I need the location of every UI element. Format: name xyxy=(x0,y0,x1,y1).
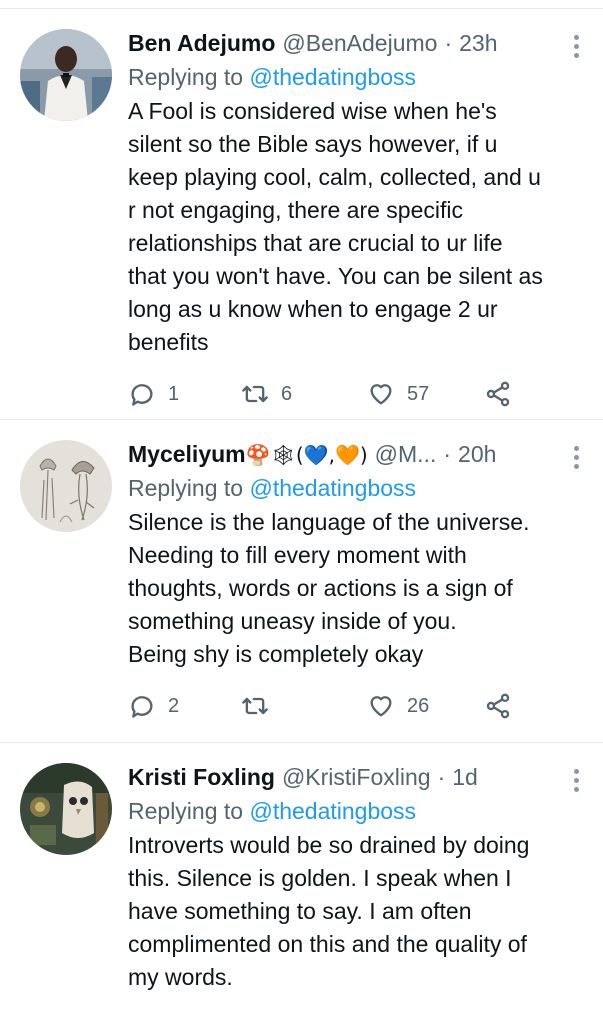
display-name[interactable]: Ben Adejumo xyxy=(128,27,275,59)
reply-button[interactable]: 2 xyxy=(128,692,241,720)
heart-icon xyxy=(370,696,392,717)
like-count: 57 xyxy=(407,382,430,405)
tweet-header: Kristi Foxling @KristiFoxling · 1d xyxy=(128,761,563,793)
replying-to-handle[interactable]: @thedatingboss xyxy=(249,64,416,90)
tweet-ben-adejumo[interactable]: Ben Adejumo @BenAdejumo · 23h Replying t… xyxy=(0,9,603,420)
display-name-emoji: 🍄🕸(💙,🧡) xyxy=(245,443,368,467)
replying-to: Replying to @thedatingboss xyxy=(128,471,563,505)
like-button[interactable]: 26 xyxy=(367,692,484,720)
user-handle[interactable]: @BenAdejumo xyxy=(282,27,437,59)
top-divider xyxy=(0,0,603,9)
user-handle[interactable]: @KristiFoxling xyxy=(282,761,431,793)
tweet-header: Ben Adejumo @BenAdejumo · 23h xyxy=(128,27,563,59)
share-button[interactable] xyxy=(484,380,512,408)
replying-to: Replying to @thedatingboss xyxy=(128,794,563,828)
avatar[interactable] xyxy=(20,440,112,532)
tweet-header: Myceliyum 🍄🕸(💙,🧡) @M... · 20h xyxy=(128,438,563,470)
tweet-kristi-foxling[interactable]: Kristi Foxling @KristiFoxling · 1d Reply… xyxy=(0,743,603,994)
tweet-myceliyum[interactable]: Myceliyum 🍄🕸(💙,🧡) @M... · 20h Replying t… xyxy=(0,420,603,743)
tweet-actions: 1 6 57 xyxy=(128,363,543,425)
display-name[interactable]: Kristi Foxling xyxy=(128,761,275,793)
timestamp[interactable]: 1d xyxy=(452,761,478,793)
tweet-text: A Fool is considered wise when he's sile… xyxy=(128,98,543,355)
user-handle[interactable]: @M... xyxy=(375,438,437,470)
tweet-text: Introverts would be so drained by doing … xyxy=(128,832,530,990)
reply-icon xyxy=(131,384,153,406)
like-button[interactable]: 57 xyxy=(367,380,484,408)
timestamp[interactable]: 20h xyxy=(458,438,496,470)
avatar[interactable] xyxy=(20,29,112,121)
share-icon xyxy=(486,381,510,407)
separator: · xyxy=(444,30,453,56)
reply-button[interactable]: 1 xyxy=(128,380,241,408)
retweet-count: 6 xyxy=(281,382,293,405)
heart-icon xyxy=(370,384,392,405)
replying-to-handle[interactable]: @thedatingboss xyxy=(249,798,416,824)
more-options-icon[interactable] xyxy=(571,446,581,472)
retweet-button[interactable] xyxy=(241,692,367,720)
more-options-icon[interactable] xyxy=(571,769,581,795)
reply-icon xyxy=(131,696,153,718)
share-button[interactable] xyxy=(484,692,512,720)
retweet-button[interactable]: 6 xyxy=(241,380,367,408)
replying-to-prefix: Replying to xyxy=(128,798,250,824)
separator: · xyxy=(443,441,452,467)
retweet-icon xyxy=(242,385,268,403)
share-icon xyxy=(486,693,510,719)
replying-to-prefix: Replying to xyxy=(128,64,250,90)
replying-to: Replying to @thedatingboss xyxy=(128,60,563,94)
like-count: 26 xyxy=(407,694,430,717)
avatar[interactable] xyxy=(20,763,112,855)
replying-to-prefix: Replying to xyxy=(128,475,250,501)
more-options-icon[interactable] xyxy=(571,35,581,61)
reply-count: 2 xyxy=(168,694,180,717)
tweet-text: Silence is the language of the universe.… xyxy=(128,509,530,667)
display-name[interactable]: Myceliyum xyxy=(128,438,246,470)
reply-feed: Ben Adejumo @BenAdejumo · 23h Replying t… xyxy=(0,0,603,1024)
timestamp[interactable]: 23h xyxy=(459,27,497,59)
retweet-icon xyxy=(242,697,268,715)
replying-to-handle[interactable]: @thedatingboss xyxy=(249,475,416,501)
tweet-actions: 2 26 xyxy=(128,675,543,737)
separator: · xyxy=(437,764,446,790)
reply-count: 1 xyxy=(168,382,180,405)
